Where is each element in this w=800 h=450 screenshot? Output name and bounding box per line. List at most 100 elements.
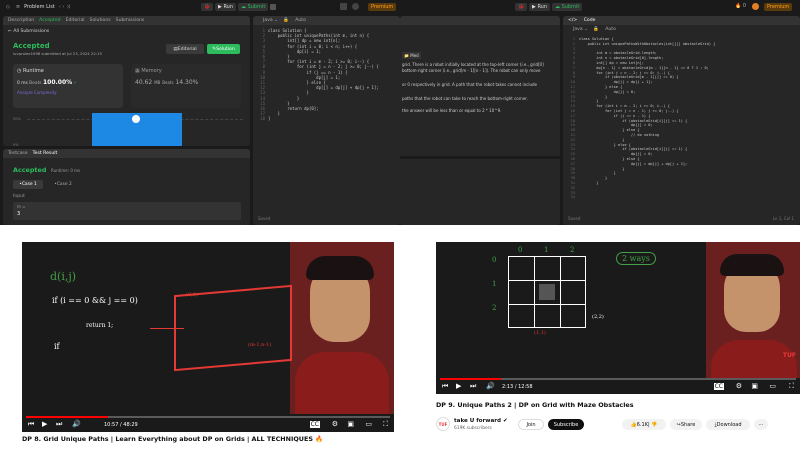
volume-icon[interactable]: 🔊 — [72, 420, 81, 428]
runtime-card[interactable]: ◷ Runtime 0 ms Beats 100.00% ✓ Analyze C… — [13, 64, 123, 108]
grid-row-0: 0 — [492, 256, 497, 264]
end-cell-label: (m-1,n-1) — [248, 342, 272, 348]
play-icon-right[interactable]: ▶ — [456, 382, 461, 390]
testcase-tabs: Testcase Test Result — [3, 149, 250, 158]
case-2-tab[interactable]: • Case 2 — [48, 180, 78, 189]
player-controls-left: ⏮ ▶ ⏭ 🔊 10:57 / 48:29 CC ⚙ ▣ ▭ ⛶ — [22, 414, 394, 432]
captions-icon[interactable]: CC — [309, 421, 320, 428]
video-player-right[interactable]: TUF 0 1 2 0 1 2 (1,1) (2,2) 2 ways ⏮ ▶ ⏭… — [436, 242, 800, 394]
runtime-distribution-chart[interactable]: 50% 0% — [13, 111, 243, 146]
arrow-line — [150, 328, 184, 329]
tab-code[interactable]: </> Code — [568, 18, 595, 23]
progress-bar-left[interactable] — [26, 416, 390, 418]
channel-avatar[interactable]: TUF — [436, 417, 450, 431]
cursor-position: Ln 1, Col 1 — [772, 216, 794, 221]
next-icon-right[interactable]: ⏭ — [470, 382, 476, 391]
premium-button[interactable]: Premium — [368, 3, 397, 11]
theater-icon-right[interactable]: ▭ — [769, 382, 776, 390]
code-editor-tabs: Java ⌄ 🔒 Auto — [253, 16, 400, 25]
fullscreen-icon-right[interactable]: ⛶ — [789, 382, 794, 391]
tab-testcase[interactable]: Testcase — [8, 151, 28, 156]
language-selector-right[interactable]: Java ⌄ — [568, 27, 588, 32]
all-submissions-link[interactable]: ← All Submissions — [8, 29, 49, 34]
list-icon[interactable]: ≡ — [16, 4, 20, 10]
progress-bar-right[interactable] — [440, 378, 796, 380]
player-controls-right: ⏮ ▶ ⏭ 🔊 2:13 / 12:58 CC ⚙ ▣ ▭ ⛶ — [436, 376, 800, 394]
settings-gear-icon-right[interactable]: ⚙ — [736, 382, 742, 390]
time-display-left: 10:57 / 48:29 — [104, 422, 138, 428]
solution-button[interactable]: ✎ Solution — [207, 44, 240, 54]
debug-button-right[interactable]: 🐞 — [515, 3, 528, 11]
tab-test-result[interactable]: Test Result — [33, 151, 58, 156]
run-button[interactable]: ▶ Run — [215, 3, 237, 11]
auto-mode-right[interactable]: 🔒 Auto — [593, 27, 616, 32]
grid-col-2: 2 — [570, 246, 575, 254]
progress-fill-right — [440, 378, 501, 380]
editorial-button[interactable]: ▤ Editorial — [166, 44, 204, 54]
fullscreen-icon[interactable]: ⛶ — [383, 420, 388, 429]
grid-row-1: 1 — [492, 280, 497, 288]
case-1-tab[interactable]: • Case 1 — [13, 180, 43, 189]
language-selector[interactable]: Java ⌄ — [258, 18, 278, 23]
subscribe-button[interactable]: Subscribe — [548, 419, 584, 430]
input-m-value: 3 — [17, 211, 21, 217]
tab-submissions[interactable]: Submissions — [116, 18, 145, 23]
run-button-right[interactable]: ▶ Run — [529, 3, 551, 11]
code-content[interactable]: class Solution { public int uniquePaths(… — [268, 28, 379, 122]
handwriting-base-case: if (i == 0 && j == 0) — [52, 296, 138, 305]
channel-name[interactable]: take U forward ✔ — [454, 418, 508, 424]
share-button[interactable]: ↪ Share — [670, 419, 702, 430]
settings-icon[interactable] — [352, 3, 359, 10]
volume-icon-right[interactable]: 🔊 — [486, 382, 495, 390]
tab-editorial[interactable]: Editorial — [66, 18, 85, 23]
maze-grid-line — [508, 280, 586, 281]
testcase-panel-right — [400, 156, 560, 225]
tab-description[interactable]: Description — [8, 18, 34, 23]
join-button[interactable]: Join — [518, 419, 544, 430]
memory-card[interactable]: ▦ Memory 40.62 MB Beats 14.30% — [131, 64, 241, 108]
saved-status-right: Saved — [568, 216, 581, 221]
leetcode-logo-icon[interactable]: ◇ — [6, 4, 10, 10]
auto-mode[interactable]: 🔒 Auto — [283, 18, 306, 23]
submit-button-right[interactable]: ☁ Submit — [552, 3, 583, 11]
theater-icon[interactable]: ▭ — [365, 420, 372, 428]
miniplayer-icon[interactable]: ▣ — [347, 420, 354, 428]
panel-tabs: Description Accepted Editorial Solutions… — [3, 16, 250, 25]
prev-icon[interactable]: ⏮ — [28, 420, 34, 429]
editor-toolbar: Java ⌄ 🔒 Auto — [563, 25, 800, 34]
presenter-hair — [306, 256, 374, 280]
handwriting-if: if — [54, 342, 60, 351]
premium-button-right[interactable]: Premium — [764, 3, 793, 11]
code-content-right[interactable]: class Solution { public int uniquePathsW… — [579, 37, 715, 186]
nav-arrows-icon[interactable]: ‹ › ⤨ — [59, 4, 70, 10]
next-icon[interactable]: ⏭ — [56, 420, 62, 429]
debug-button[interactable]: 🐞 — [201, 3, 214, 11]
more-options-icon[interactable]: ⋯ — [754, 419, 768, 430]
prev-icon-right[interactable]: ⏮ — [442, 382, 448, 391]
miniplayer-icon-right[interactable]: ▣ — [751, 382, 758, 390]
play-icon[interactable]: ▶ — [42, 420, 47, 428]
submit-button[interactable]: ☁ Submit — [238, 3, 269, 11]
analyze-complexity-link[interactable]: Analyze Complexity — [17, 90, 57, 95]
presenter-shirt — [295, 352, 389, 414]
problem-description: grid. There is a robot initially located… — [402, 62, 544, 113]
grid-row-2: 2 — [492, 304, 497, 312]
layout-icon[interactable] — [340, 3, 347, 10]
tab-solutions[interactable]: Solutions — [90, 18, 111, 23]
settings-gear-icon[interactable]: ⚙ — [332, 420, 338, 428]
streak-counter[interactable]: 🔥 0 — [735, 3, 746, 9]
presenter-hair-right — [720, 254, 784, 276]
user-avatar-right[interactable] — [752, 3, 759, 10]
notes-icon[interactable] — [270, 4, 276, 10]
like-button[interactable]: 👍 6.1K | 👎 — [622, 419, 666, 430]
problem-list-link[interactable]: Problem List — [24, 4, 55, 10]
tab-accepted[interactable]: Accepted — [39, 18, 60, 23]
grid-col-1: 1 — [544, 246, 549, 254]
progress-fill-left — [26, 416, 109, 418]
time-display-right: 2:13 / 12:58 — [502, 384, 533, 390]
code-editor-left[interactable]: Java ⌄ 🔒 Auto 1 2 3 4 5 6 7 8 9 10 11 12… — [253, 16, 400, 225]
captions-icon-right[interactable]: CC — [713, 383, 724, 390]
video-player-left[interactable]: d(i,j) if (i == 0 && j == 0) return 1; i… — [22, 242, 394, 432]
code-editor-right[interactable]: </> Code Java ⌄ 🔒 Auto 1 2 3 4 5 6 7 8 9… — [563, 16, 800, 225]
download-button[interactable]: ⤓ Download — [706, 419, 750, 430]
